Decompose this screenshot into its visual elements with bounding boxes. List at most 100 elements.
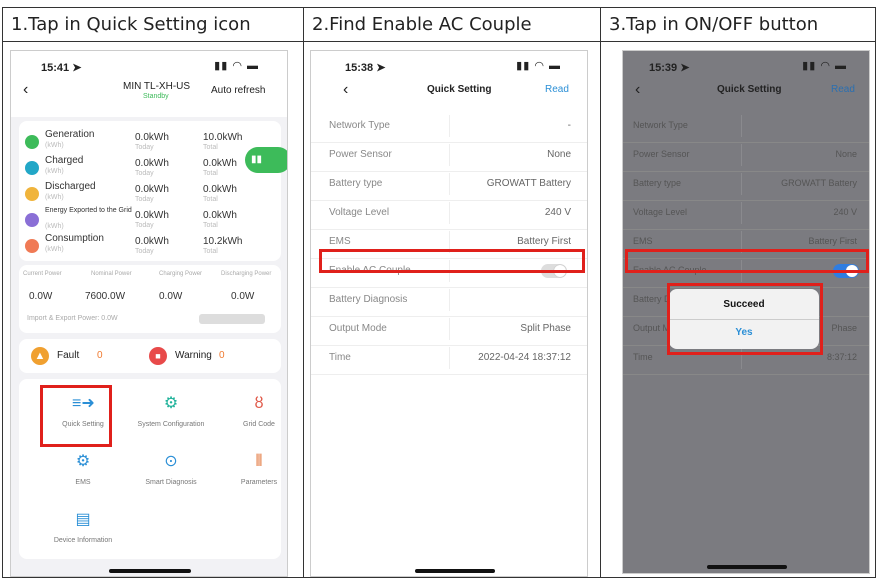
energy-unit: (kWh) — [45, 168, 64, 175]
status-icons: ▮▮ ◠ ▬ — [802, 60, 847, 72]
setting-value: None — [835, 149, 857, 159]
device-information-icon: ▤ — [75, 511, 91, 528]
ems-icon: ⚙ — [75, 453, 91, 470]
energy-label: Energy Exported to the Grid — [45, 207, 132, 214]
chart-toggle-icon[interactable]: ▮▮ — [245, 147, 287, 173]
setting-label: EMS — [329, 236, 351, 247]
grid-item-label: System Configuration — [137, 421, 205, 428]
setting-row-battery-type[interactable]: Battery type GROWATT Battery — [623, 169, 869, 201]
grid-item-device-information[interactable]: ▤ Device Information — [43, 509, 123, 559]
warning-label: Warning — [175, 350, 212, 361]
auto-refresh-button[interactable]: Auto refresh — [211, 85, 265, 96]
alarm-card: ▲ Fault 0 ■ Warning 0 — [19, 339, 281, 373]
energy-unit: (kWh) — [45, 223, 64, 230]
setting-label: Battery D — [633, 294, 671, 304]
energy-label: Charged — [45, 155, 84, 166]
status-time: 15:38 ➤ — [345, 62, 386, 74]
column-divider — [303, 8, 304, 577]
row-separator — [741, 115, 742, 137]
setting-value: GROWATT Battery — [781, 178, 857, 188]
power-value: 0.0W — [231, 291, 255, 302]
setting-row-power-sensor[interactable]: Power Sensor None — [623, 140, 869, 172]
highlight-enable-ac-couple — [319, 249, 585, 273]
row-separator — [449, 347, 450, 369]
phone-screen-device-overview: 15:41 ➤ ▮▮ ◠ ▬ ‹ MIN TL-XH-US Standby Au… — [10, 50, 288, 577]
energy-today: 0.0kWh — [135, 210, 169, 221]
power-label: Current Power — [23, 271, 62, 277]
setting-label: Output Mode — [329, 323, 387, 334]
energy-total-sub: Total — [203, 170, 218, 177]
device-status: Standby — [143, 93, 169, 100]
setting-row-network-type[interactable]: Network Type - — [311, 111, 587, 143]
setting-row-network-type[interactable]: Network Type — [623, 111, 869, 143]
back-chevron-icon[interactable]: ‹ — [635, 81, 640, 99]
setting-label: Network Type — [633, 120, 688, 130]
setting-label: Voltage Level — [329, 207, 390, 218]
grid-item-grid-code[interactable]: ȣ Grid Code — [219, 393, 287, 443]
back-chevron-icon[interactable]: ‹ — [343, 81, 348, 99]
fault-icon: ▲ — [31, 347, 49, 365]
setting-row-power-sensor[interactable]: Power Sensor None — [311, 140, 587, 172]
row-separator — [449, 318, 450, 340]
row-separator — [449, 289, 450, 311]
location-arrow-icon: ➤ — [72, 62, 82, 74]
column-divider — [600, 8, 601, 577]
setting-value: GROWATT Battery — [486, 178, 571, 189]
energy-today: 0.0kWh — [135, 158, 169, 169]
energy-total-sub: Total — [203, 196, 218, 203]
highlight-quick-setting — [40, 385, 112, 447]
power-detail-button[interactable] — [199, 314, 265, 324]
setting-row-voltage-level[interactable]: Voltage Level 240 V — [311, 198, 587, 230]
energy-today: 0.0kWh — [135, 184, 169, 195]
row-separator — [449, 144, 450, 166]
energy-today: 0.0kWh — [135, 236, 169, 247]
setting-row-voltage-level[interactable]: Voltage Level 240 V — [623, 198, 869, 230]
energy-today-sub: Today — [135, 222, 154, 229]
energy-total-sub: Total — [203, 144, 218, 151]
power-card: Current Power Nominal Power Charging Power… — [19, 265, 281, 333]
home-indicator — [707, 565, 787, 569]
status-icons: ▮▮ ◠ ▬ — [516, 60, 561, 72]
setting-value: 240 V — [544, 207, 571, 218]
read-button[interactable]: Read — [831, 84, 855, 95]
page-title: Quick Setting — [427, 84, 492, 95]
step-1-header: 1.Tap in Quick Setting icon — [11, 14, 251, 35]
setting-value: Split Phase — [520, 323, 571, 334]
energy-type-icon — [25, 161, 39, 175]
energy-label: Discharged — [45, 181, 96, 192]
setting-row-time[interactable]: Time 2022-04-24 18:37:12 — [311, 343, 587, 375]
setting-label: Network Type — [329, 120, 390, 131]
setting-row-battery-type[interactable]: Battery type GROWATT Battery — [311, 169, 587, 201]
smart-diagnosis-icon: ⊙ — [164, 453, 178, 470]
energy-today-sub: Today — [135, 196, 154, 203]
grid-item-parameters[interactable]: ⫴ Parameters — [219, 451, 287, 501]
energy-today: 0.0kWh — [135, 132, 169, 143]
energy-total: 0.0kWh — [203, 210, 237, 221]
energy-label: Consumption — [45, 233, 104, 244]
grid-item-label: Grid Code — [243, 421, 275, 428]
setting-label: Voltage Level — [633, 207, 688, 217]
back-chevron-icon[interactable]: ‹ — [23, 81, 28, 99]
step-3-header: 3.Tap in ON/OFF button — [609, 14, 819, 35]
header-row: 1.Tap in Quick Setting icon 2.Find Enabl… — [3, 8, 875, 42]
energy-total: 0.0kWh — [203, 158, 237, 169]
energy-today-sub: Today — [135, 144, 154, 151]
parameters-icon: ⫴ — [255, 453, 263, 470]
system-configuration-icon: ⚙ — [163, 395, 179, 412]
setting-row-battery-diagnosis[interactable]: Battery Diagnosis — [311, 285, 587, 317]
energy-type-icon — [25, 239, 39, 253]
power-label: Nominal Power — [91, 271, 132, 277]
power-value: 0.0W — [29, 291, 53, 302]
energy-card: Generation (kWh) 0.0kWh Today 10.0kWh Total Ch… — [19, 121, 287, 261]
grid-item-ems[interactable]: ⚙ EMS — [43, 451, 123, 501]
energy-label: Generation — [45, 129, 95, 140]
setting-row-output-mode[interactable]: Output Mode Split Phase — [311, 314, 587, 346]
grid-item-system-configuration[interactable]: ⚙ System Configuration — [131, 393, 211, 443]
grid-item-smart-diagnosis[interactable]: ⊙ Smart Diagnosis — [131, 451, 211, 501]
setting-value: - — [567, 120, 571, 131]
energy-unit: (kWh) — [45, 142, 64, 149]
read-button[interactable]: Read — [545, 84, 569, 95]
grid-item-label: Smart Diagnosis — [145, 479, 197, 486]
warning-icon: ■ — [149, 347, 167, 365]
power-value: 0.0W — [159, 291, 183, 302]
